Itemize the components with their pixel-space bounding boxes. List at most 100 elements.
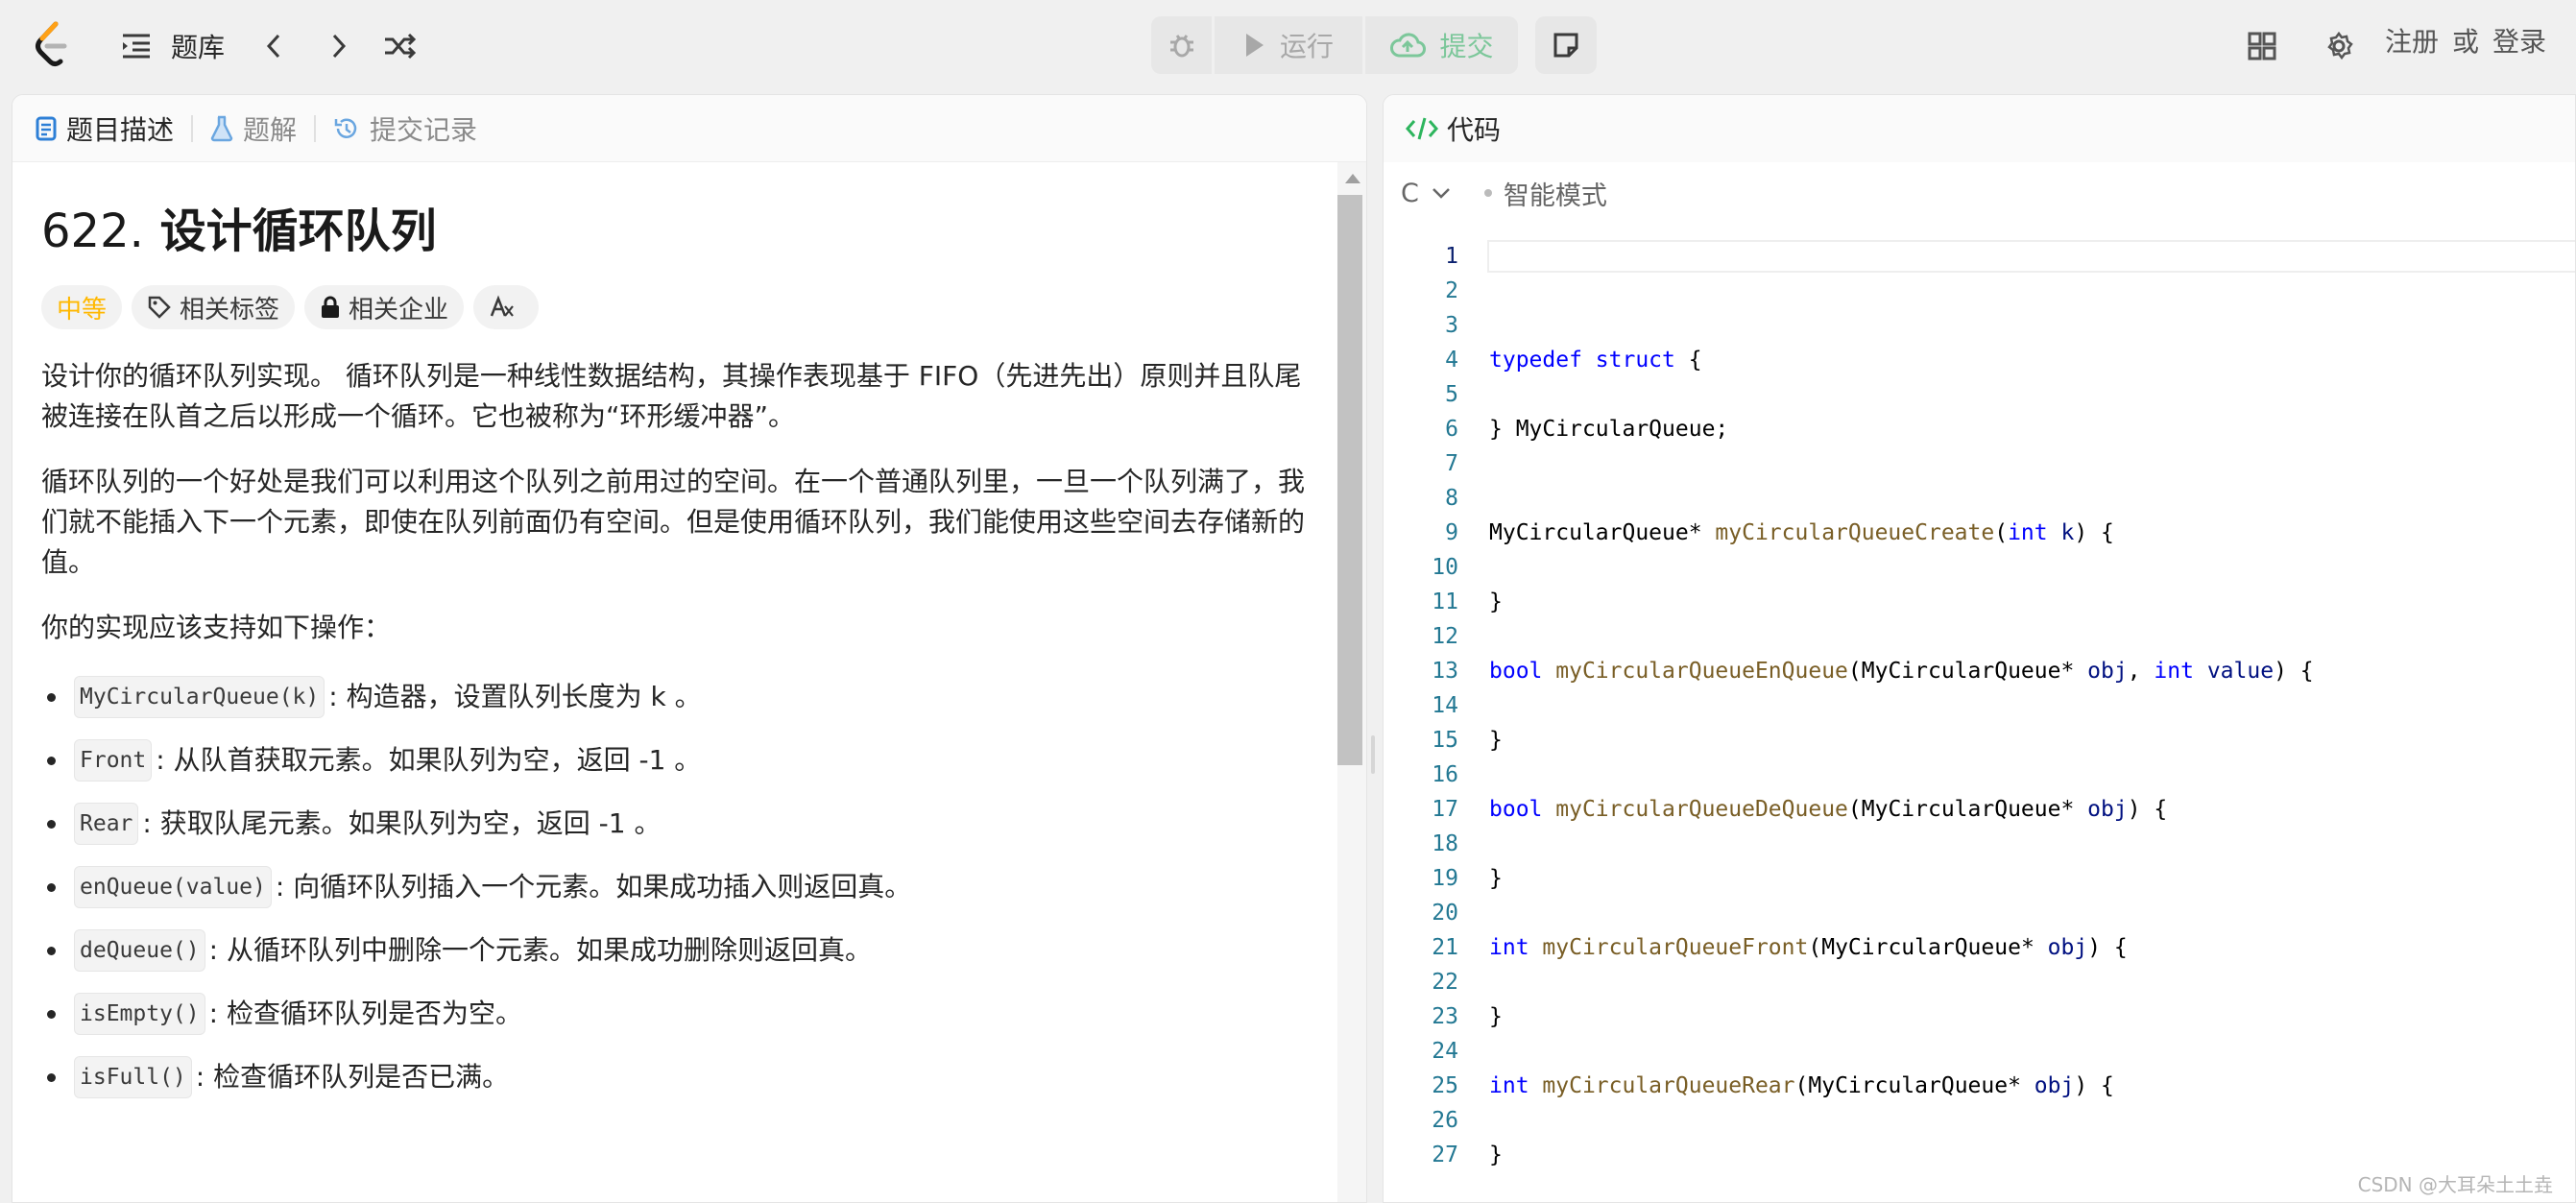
or-text: 或 xyxy=(2452,26,2480,58)
description-paragraph: 设计你的循环队列实现。 循环队列是一种线性数据结构，其操作表现基于 FIFO（先… xyxy=(41,360,1302,432)
code-text: bool myCircularQueueDeQueue(MyCircularQu… xyxy=(1489,797,2168,822)
code-line: 22 xyxy=(1384,965,2575,999)
problem-bank-link[interactable]: 题库 xyxy=(171,27,225,65)
line-number: 9 xyxy=(1445,520,1458,545)
code-text: } xyxy=(1489,589,1503,614)
line-number: 10 xyxy=(1432,555,1458,580)
register-link[interactable]: 注册 xyxy=(2385,21,2439,60)
inline-code: MyCircularQueue(k) xyxy=(74,676,325,718)
line-number: 19 xyxy=(1432,866,1458,891)
list-item: isFull(): 检查循环队列是否已满。 xyxy=(41,1046,1309,1109)
list-item-text: : 获取队尾元素。如果队列为空，返回 -1 。 xyxy=(142,807,662,839)
list-item-text: : 检查循环队列是否已满。 xyxy=(195,1061,510,1093)
tag-row: 中等 相关标签 相关企业 xyxy=(41,285,1309,329)
tag-icon xyxy=(148,296,171,319)
code-line: 12 xyxy=(1384,619,2575,654)
list-item-text: : 检查循环队列是否为空。 xyxy=(208,998,522,1029)
tab-submissions[interactable]: 提交记录 xyxy=(333,95,477,162)
code-line: 11} xyxy=(1384,585,2575,619)
submit-button[interactable]: 提交 xyxy=(1362,16,1518,74)
code-icon xyxy=(1406,117,1438,140)
cloud-upload-icon xyxy=(1390,33,1427,58)
code-line: 27} xyxy=(1384,1138,2575,1172)
code-line: 9 MyCircularQueue* myCircularQueueCreate(… xyxy=(1384,516,2575,550)
tab-description[interactable]: 题目描述 xyxy=(36,95,174,162)
code-text: } xyxy=(1489,1004,1503,1029)
list-item-text: : 向循环队列插入一个元素。如果成功插入则返回真。 xyxy=(275,871,912,902)
code-line: 19} xyxy=(1384,861,2575,896)
line-number: 1 xyxy=(1445,244,1458,269)
gear-icon[interactable] xyxy=(2322,29,2356,63)
line-number: 24 xyxy=(1432,1039,1458,1064)
related-companies-button[interactable]: 相关企业 xyxy=(304,285,465,329)
chevron-right-icon[interactable] xyxy=(325,29,353,63)
flask-icon xyxy=(210,115,233,141)
list-icon[interactable] xyxy=(119,29,154,63)
line-number: 18 xyxy=(1432,831,1458,856)
code-panel: 代码 C 智能模式 1 2 3 4 typedef struct {5 6} MyCirc… xyxy=(1383,94,2576,1203)
code-line: 13 bool myCircularQueueEnQueue(MyCircular… xyxy=(1384,654,2575,688)
line-number: 4 xyxy=(1445,348,1458,373)
line-number: 26 xyxy=(1432,1108,1458,1133)
related-tags-button[interactable]: 相关标签 xyxy=(132,285,296,329)
code-text: } xyxy=(1489,728,1503,753)
line-number: 27 xyxy=(1432,1143,1458,1167)
translate-button[interactable] xyxy=(473,285,540,329)
list-item: deQueue(): 从循环队列中删除一个元素。如果成功删除则返回真。 xyxy=(41,919,1309,982)
run-label: 运行 xyxy=(1279,31,1334,62)
scroll-up-arrow[interactable] xyxy=(1345,174,1360,183)
top-nav: 题库 运行 提交 注册 或 登录 xyxy=(0,0,2576,92)
list-item: MyCircularQueue(k): 构造器，设置队列长度为 k 。 xyxy=(41,665,1309,729)
debug-button[interactable] xyxy=(1151,16,1212,74)
login-link[interactable]: 登录 xyxy=(2492,21,2546,60)
code-line: 26 xyxy=(1384,1103,2575,1138)
watermark: CSDN @大耳朵土土垚 xyxy=(2357,1173,2553,1196)
code-text: } xyxy=(1489,866,1503,891)
line-number: 23 xyxy=(1432,1004,1458,1029)
description-paragraph: 你的实现应该支持如下操作： xyxy=(41,612,392,643)
language-select[interactable]: C xyxy=(1401,179,1452,208)
scroll-thumb[interactable] xyxy=(1337,195,1362,765)
code-line: 8 xyxy=(1384,481,2575,516)
tab-divider xyxy=(191,114,194,142)
chevron-left-icon[interactable] xyxy=(259,29,288,63)
code-editor[interactable]: 1 2 3 4 typedef struct {5 6} MyCircularQueue;… xyxy=(1384,239,2575,1172)
code-line: 20 xyxy=(1384,896,2575,930)
list-item: isEmpty(): 检查循环队列是否为空。 xyxy=(41,982,1309,1046)
problem-content: 622. 设计循环队列 中等 相关标签 相关企业 设计你的循环队列实现。 循环队… xyxy=(41,201,1309,1109)
note-button[interactable] xyxy=(1535,16,1597,74)
code-text: } xyxy=(1489,1143,1503,1167)
code-text: MyCircularQueue* myCircularQueueCreate(i… xyxy=(1489,520,2114,545)
tab-solutions[interactable]: 题解 xyxy=(210,95,297,162)
line-number: 12 xyxy=(1432,624,1458,649)
translate-icon xyxy=(490,295,514,317)
inline-code: enQueue(value) xyxy=(74,866,272,908)
code-header-label: 代码 xyxy=(1447,114,1502,146)
left-tabbar: 题目描述 题解 提交记录 xyxy=(12,95,1366,162)
code-text: } MyCircularQueue; xyxy=(1489,417,1729,442)
code-line: 23} xyxy=(1384,999,2575,1034)
line-number: 21 xyxy=(1432,935,1458,960)
code-line: 5 xyxy=(1384,377,2575,412)
description-scrollbar[interactable] xyxy=(1337,162,1366,1202)
layout-icon[interactable] xyxy=(2245,29,2279,63)
smart-mode-label[interactable]: 智能模式 xyxy=(1504,175,1607,212)
code-line: 25 int myCircularQueueRear(MyCircularQueu… xyxy=(1384,1069,2575,1103)
inline-code: Rear xyxy=(74,803,139,845)
leetcode-logo[interactable] xyxy=(33,21,71,71)
code-text: typedef struct { xyxy=(1489,348,1702,373)
description-panel: 题目描述 题解 提交记录 622. 设计循环队列 中等 相关标签 相关企业 设计… xyxy=(12,94,1367,1203)
related-tags-label: 相关标签 xyxy=(180,295,280,325)
language-label: C xyxy=(1401,178,1419,208)
code-line: 16 xyxy=(1384,758,2575,792)
difficulty-badge: 中等 xyxy=(41,285,123,329)
code-line: 10 xyxy=(1384,550,2575,585)
operations-list: MyCircularQueue(k): 构造器，设置队列长度为 k 。 Fron… xyxy=(41,665,1309,1109)
tab-solutions-label: 题解 xyxy=(243,113,298,146)
panel-resize-handle[interactable] xyxy=(1371,735,1375,774)
tab-description-label: 题目描述 xyxy=(66,113,175,146)
chevron-down-icon xyxy=(1432,188,1450,199)
run-button[interactable]: 运行 xyxy=(1212,16,1362,74)
list-item-text: : 构造器，设置队列长度为 k 。 xyxy=(328,681,702,712)
shuffle-icon[interactable] xyxy=(382,29,417,63)
